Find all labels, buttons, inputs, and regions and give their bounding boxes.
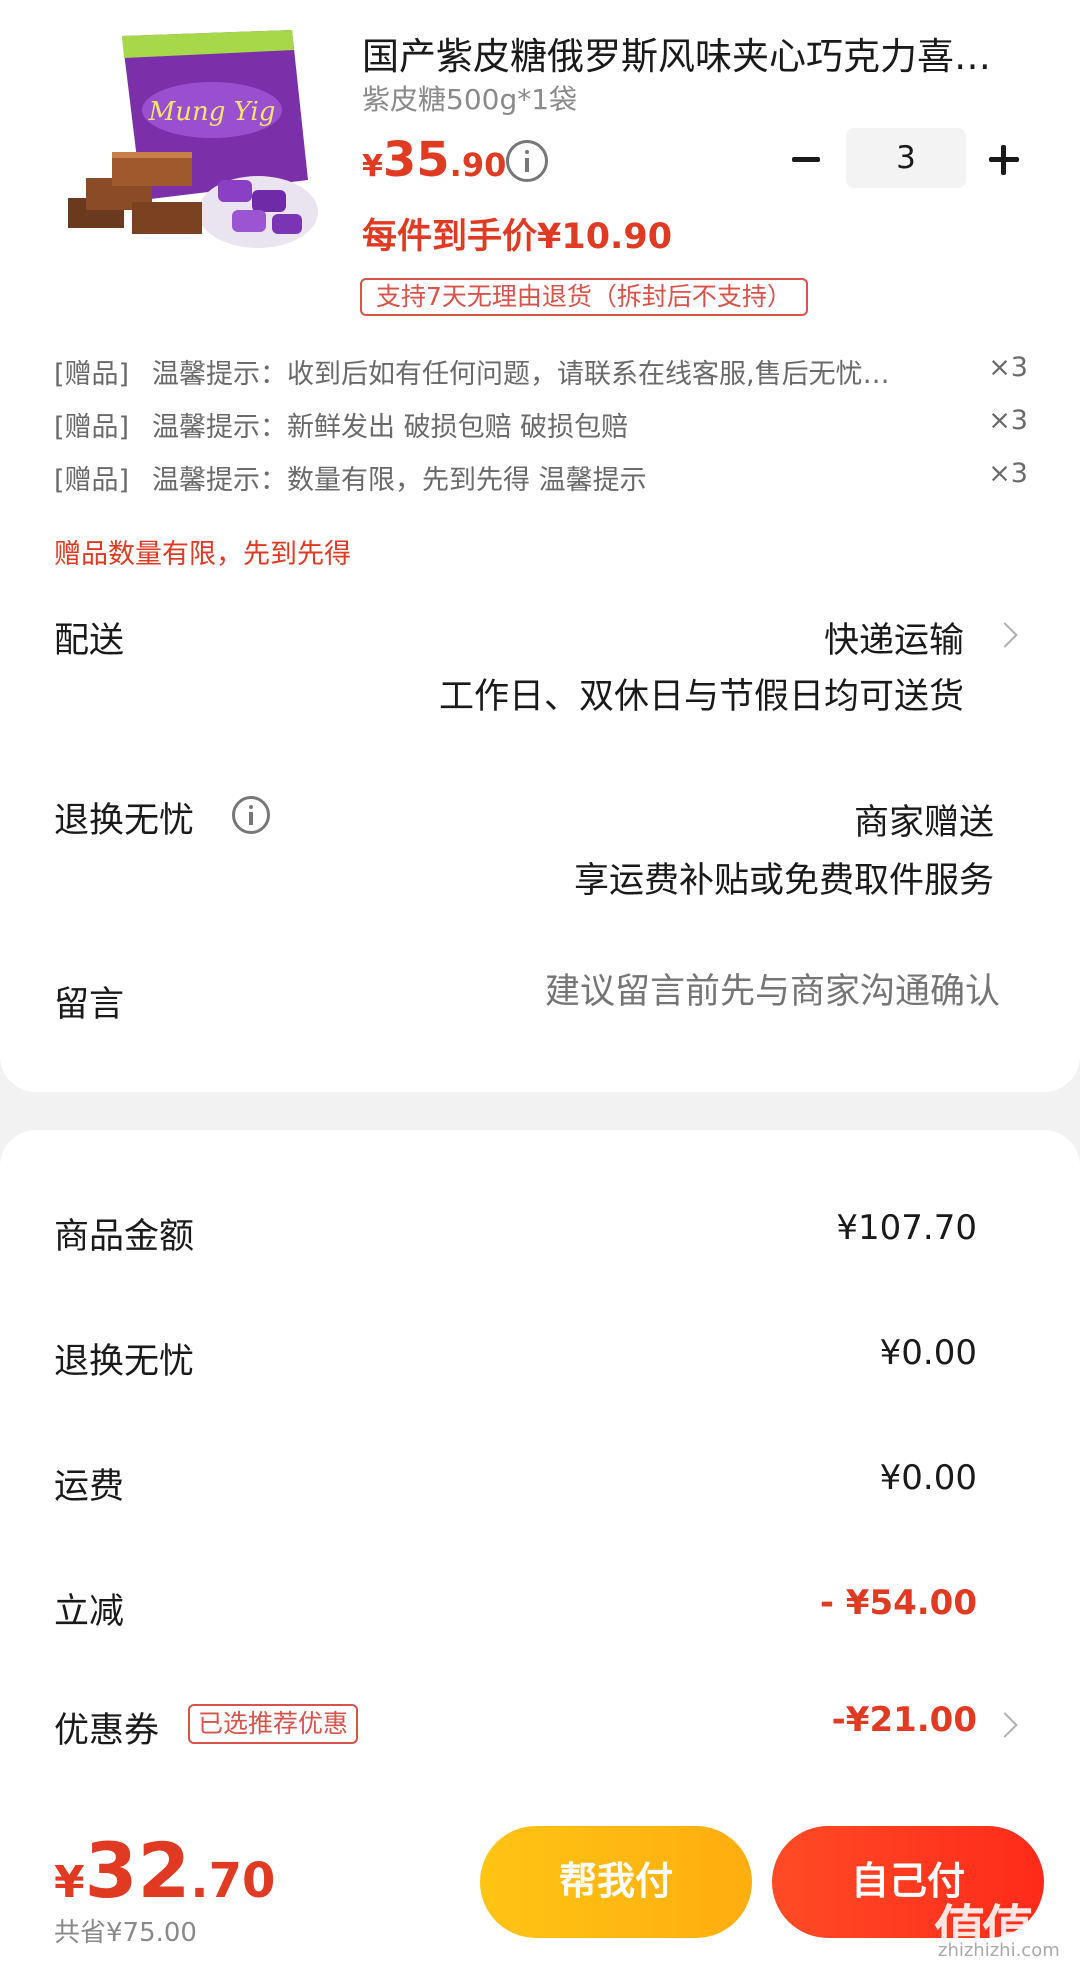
message-input[interactable] (440, 972, 1000, 1012)
price-integer: 35 (382, 132, 450, 188)
product-title[interactable]: 国产紫皮糖俄罗斯风味夹心巧克力喜… (362, 26, 1022, 80)
message-label: 留言 (54, 985, 125, 1025)
shipping-label: 运费 (54, 1467, 125, 1507)
return-service-label: 退换无忧 (54, 801, 195, 841)
gift-text: 温馨提示：新鲜发出 破损包赔 破损包赔 (152, 412, 629, 443)
product-price: ¥35.90 (362, 132, 506, 188)
total-integer: 32 (84, 1826, 191, 1915)
coupon-label[interactable]: 优惠券 (54, 1702, 159, 1753)
total-currency: ¥ (54, 1857, 85, 1908)
gift-item: [赠品] 温馨提示：数量有限，先到先得 温馨提示 ×3 (54, 458, 1034, 497)
gift-tag: [赠品] (54, 412, 130, 443)
return-service-value: 商家赠送 (853, 803, 994, 843)
goods-amount-label: 商品金额 (54, 1217, 195, 1257)
product-image[interactable]: Mung Yig (62, 30, 324, 262)
quantity-decrease-button[interactable] (780, 140, 830, 178)
total-decimal: .70 (190, 1853, 276, 1909)
delivery-method[interactable]: 快递运输 (824, 612, 964, 663)
total-price: ¥32.70 (54, 1826, 275, 1915)
coupon-selected-tag[interactable]: 已选推荐优惠 (188, 1704, 359, 1744)
price-currency: ¥ (362, 149, 383, 184)
gift-tag: [赠品] (54, 359, 130, 390)
price-info-icon[interactable] (506, 140, 548, 182)
unit-price: 每件到手价¥10.90 (362, 217, 673, 257)
return-fee-value: ¥0.00 (879, 1333, 977, 1373)
return-fee-label: 退换无忧 (54, 1342, 195, 1382)
shipping-value: ¥0.00 (879, 1458, 977, 1498)
return-info-icon[interactable] (232, 796, 270, 834)
discount-label: 立减 (54, 1592, 125, 1632)
goods-amount-value: ¥107.70 (836, 1208, 977, 1248)
gift-limit-note: 赠品数量有限，先到先得 (54, 539, 351, 570)
gift-item: [赠品] 温馨提示：收到后如有任何问题，请联系在线客服,售后无忧… ×3 (54, 352, 1034, 391)
delivery-note: 工作日、双休日与节假日均可送货 (438, 677, 964, 717)
gift-count: ×3 (988, 352, 1028, 383)
product-spec[interactable]: 紫皮糖500g*1袋 (362, 78, 577, 118)
gift-text: 温馨提示：收到后如有任何问题，请联系在线客服,售后无忧… (152, 359, 890, 390)
watermark-url: zhizhizhi.com (938, 1940, 1060, 1961)
return-policy-tag: 支持7天无理由退货（拆封后不支持） (360, 278, 808, 316)
price-decimal: .90 (449, 146, 507, 184)
gift-item: [赠品] 温馨提示：新鲜发出 破损包赔 破损包赔 ×3 (54, 405, 1034, 444)
quantity-input[interactable]: 3 (846, 128, 966, 188)
discount-value: - ¥54.00 (819, 1583, 977, 1623)
thumb-brand: Mung Yig (148, 97, 276, 127)
gift-count: ×3 (988, 458, 1028, 489)
help-pay-button[interactable]: 帮我付 (480, 1826, 752, 1938)
return-service-note: 享运费补贴或免费取件服务 (573, 861, 994, 901)
total-saved: 共省¥75.00 (54, 1918, 197, 1948)
coupon-value[interactable]: -¥21.00 (832, 1700, 977, 1740)
delivery-label: 配送 (54, 621, 125, 661)
gift-count: ×3 (988, 405, 1028, 436)
quantity-increase-button[interactable] (984, 140, 1024, 180)
gift-tag: [赠品] (54, 465, 130, 496)
gift-text: 温馨提示：数量有限，先到先得 温馨提示 (152, 465, 647, 496)
